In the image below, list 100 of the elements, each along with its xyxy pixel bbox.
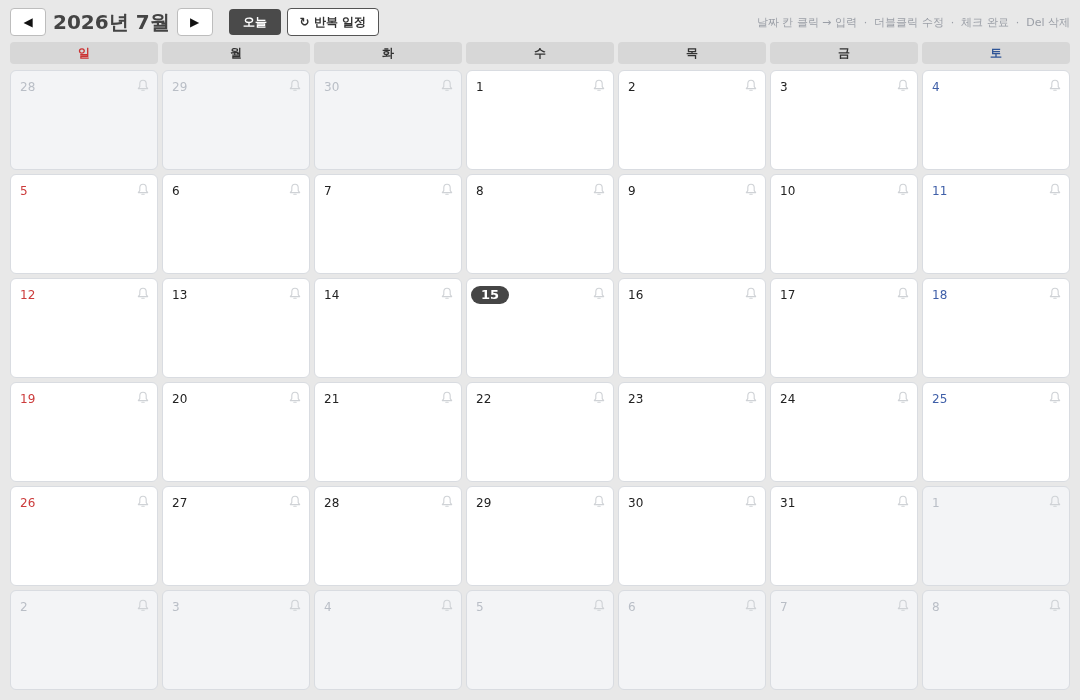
bell-icon[interactable]: [593, 287, 605, 300]
day-number: 29: [475, 495, 493, 512]
bell-icon[interactable]: [289, 391, 301, 404]
bell-icon[interactable]: [137, 391, 149, 404]
day-number: 5: [475, 599, 485, 616]
day-cell[interactable]: 7: [314, 174, 462, 274]
day-cell[interactable]: 29: [466, 486, 614, 586]
day-cell[interactable]: 31: [770, 486, 918, 586]
bell-icon[interactable]: [289, 495, 301, 508]
day-cell[interactable]: 14: [314, 278, 462, 378]
weekday-header: 토: [922, 42, 1070, 64]
day-cell[interactable]: 25: [922, 382, 1070, 482]
day-number: 29: [171, 79, 189, 96]
day-number: 12: [19, 287, 37, 304]
bell-icon[interactable]: [1049, 183, 1061, 196]
bell-icon[interactable]: [745, 391, 757, 404]
weekday-header: 금: [770, 42, 918, 64]
day-number: 10: [779, 183, 797, 200]
bell-icon[interactable]: [593, 79, 605, 92]
today-button[interactable]: 오늘: [228, 9, 281, 35]
day-cell[interactable]: 26: [10, 486, 158, 586]
day-number: 26: [19, 495, 37, 512]
weekday-header: 수: [466, 42, 614, 64]
day-number: 8: [931, 599, 941, 616]
bell-icon[interactable]: [137, 495, 149, 508]
bell-icon[interactable]: [745, 287, 757, 300]
bell-icon[interactable]: [441, 183, 453, 196]
day-number: 7: [779, 599, 789, 616]
day-cell[interactable]: 6: [162, 174, 310, 274]
day-number: 7: [323, 183, 333, 200]
day-cell[interactable]: 12: [10, 278, 158, 378]
bell-icon[interactable]: [289, 79, 301, 92]
repeat-schedule-button[interactable]: ↻ 반복 일정: [286, 8, 379, 36]
weekday-header: 월: [162, 42, 310, 64]
day-number: 3: [779, 79, 789, 96]
day-cell[interactable]: 9: [618, 174, 766, 274]
day-cell[interactable]: 8: [466, 174, 614, 274]
next-month-button[interactable]: ▶: [176, 8, 213, 36]
bell-icon[interactable]: [137, 287, 149, 300]
day-cell[interactable]: 24: [770, 382, 918, 482]
bell-icon[interactable]: [593, 599, 605, 612]
day-cell[interactable]: 10: [770, 174, 918, 274]
day-cell[interactable]: 27: [162, 486, 310, 586]
day-cell[interactable]: 11: [922, 174, 1070, 274]
bell-icon[interactable]: [593, 391, 605, 404]
bell-icon[interactable]: [441, 599, 453, 612]
bell-icon[interactable]: [593, 183, 605, 196]
bell-icon[interactable]: [745, 599, 757, 612]
day-cell[interactable]: 1: [466, 70, 614, 170]
bell-icon[interactable]: [137, 79, 149, 92]
weekday-header: 목: [618, 42, 766, 64]
bell-icon[interactable]: [1049, 599, 1061, 612]
day-number: 22: [475, 391, 493, 408]
bell-icon[interactable]: [289, 287, 301, 300]
bell-icon[interactable]: [1049, 287, 1061, 300]
bell-icon[interactable]: [897, 391, 909, 404]
bell-icon[interactable]: [745, 79, 757, 92]
day-cell[interactable]: 4: [922, 70, 1070, 170]
bell-icon[interactable]: [1049, 391, 1061, 404]
bell-icon[interactable]: [897, 599, 909, 612]
bell-icon[interactable]: [897, 495, 909, 508]
bell-icon[interactable]: [745, 183, 757, 196]
day-number: 16: [627, 287, 645, 304]
day-number: 20: [171, 391, 189, 408]
bell-icon[interactable]: [441, 287, 453, 300]
bell-icon[interactable]: [137, 599, 149, 612]
weekday-header: 화: [314, 42, 462, 64]
day-cell[interactable]: 16: [618, 278, 766, 378]
day-cell[interactable]: 20: [162, 382, 310, 482]
bell-icon[interactable]: [441, 391, 453, 404]
usage-hint: 날짜 칸 클릭 → 입력 · 더블클릭 수정 · 체크 완료 · Del 삭제: [756, 14, 1070, 30]
day-cell[interactable]: 28: [314, 486, 462, 586]
bell-icon[interactable]: [137, 183, 149, 196]
day-number: 4: [323, 599, 333, 616]
day-cell[interactable]: 21: [314, 382, 462, 482]
day-cell[interactable]: 19: [10, 382, 158, 482]
bell-icon[interactable]: [593, 495, 605, 508]
bell-icon[interactable]: [289, 599, 301, 612]
day-cell[interactable]: 5: [10, 174, 158, 274]
bell-icon[interactable]: [897, 183, 909, 196]
day-cell[interactable]: 17: [770, 278, 918, 378]
bell-icon[interactable]: [289, 183, 301, 196]
day-cell[interactable]: 15: [466, 278, 614, 378]
bell-icon[interactable]: [897, 79, 909, 92]
previous-month-button[interactable]: ◀: [10, 8, 46, 36]
bell-icon[interactable]: [441, 495, 453, 508]
day-cell[interactable]: 22: [466, 382, 614, 482]
day-cell[interactable]: 30: [618, 486, 766, 586]
day-cell[interactable]: 3: [770, 70, 918, 170]
day-cell[interactable]: 2: [618, 70, 766, 170]
day-number: 18: [931, 287, 949, 304]
day-cell[interactable]: 23: [618, 382, 766, 482]
bell-icon[interactable]: [1049, 495, 1061, 508]
day-cell[interactable]: 13: [162, 278, 310, 378]
bell-icon[interactable]: [441, 79, 453, 92]
weekday-header: 일: [10, 42, 158, 64]
bell-icon[interactable]: [1049, 79, 1061, 92]
day-cell[interactable]: 18: [922, 278, 1070, 378]
bell-icon[interactable]: [745, 495, 757, 508]
bell-icon[interactable]: [897, 287, 909, 300]
